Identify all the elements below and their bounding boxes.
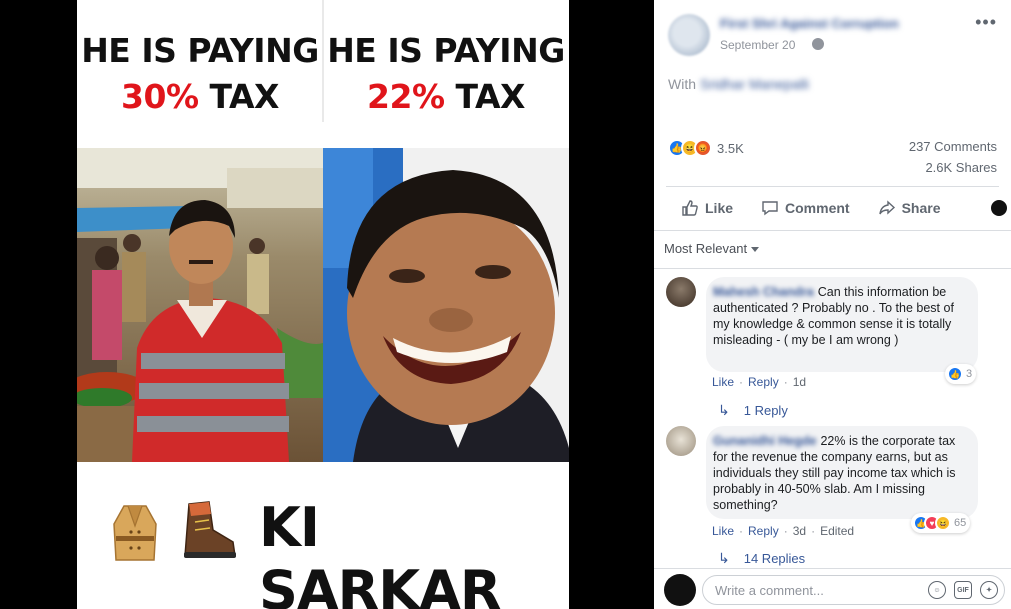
gif-icon[interactable]: GIF <box>954 581 972 599</box>
comment-icon <box>762 201 778 216</box>
avatar <box>664 574 696 606</box>
left-caption: HE IS PAYING 30% TAX <box>77 0 323 148</box>
react-as-selector[interactable] <box>990 200 1011 216</box>
comment-meta: Like · Reply · 1d <box>712 375 807 389</box>
share-label: Share <box>901 200 941 216</box>
left-caption-percent: 30% <box>121 77 199 116</box>
post-author[interactable]: First Shri Against Corruption <box>720 16 899 31</box>
thumbs-up-icon <box>682 200 698 216</box>
comment-like-link[interactable]: Like <box>712 524 734 538</box>
commenter-name[interactable]: Gunanidhi Hegde <box>713 434 816 448</box>
profile-avatar <box>990 200 1007 216</box>
caption-divider <box>322 0 324 122</box>
right-photo <box>323 148 569 462</box>
divider <box>654 268 1011 269</box>
comment-composer: Write a comment... ☺ GIF ✦ <box>654 568 1011 609</box>
right-caption-percent: 22% <box>367 77 445 116</box>
tagged-with: With Sridhar Manepalli <box>668 76 809 92</box>
comment-bubble: Gunanidhi Hegde 22% is the corporate tax … <box>706 426 978 519</box>
commenter-name[interactable]: Mahesh Chandra <box>713 285 814 299</box>
composer-icons: ☺ GIF ✦ <box>928 581 998 599</box>
post-reactions[interactable]: 👍 😆 😡 3.5K <box>668 138 744 158</box>
globe-icon <box>812 38 824 50</box>
more-options-icon[interactable]: ••• <box>975 12 997 33</box>
commenter-avatar[interactable] <box>666 426 696 456</box>
left-photo <box>77 148 323 462</box>
right-caption-line1: HE IS PAYING <box>327 31 565 70</box>
meme-bottom-caption: KI SARKAR <box>77 488 569 609</box>
hiking-boot-icon <box>179 500 237 565</box>
right-caption: HE IS PAYING 22% TAX <box>323 0 569 148</box>
post-action-bar: Like Comment Share <box>666 187 1011 229</box>
comment-time[interactable]: 3d <box>793 524 806 538</box>
media-viewer: HE IS PAYING 30% TAX HE IS PAYING 22% TA… <box>0 0 654 609</box>
like-reaction-icon: 👍 <box>947 366 963 382</box>
reply-arrow-icon: ↳ <box>718 402 730 418</box>
share-icon <box>878 200 895 215</box>
comment-sort-dropdown[interactable]: Most Relevant <box>664 241 760 256</box>
view-replies-link[interactable]: ↳ 1 Reply <box>718 402 788 419</box>
comment-reaction-count: 65 <box>954 517 967 529</box>
shares-count[interactable]: 2.6K Shares <box>925 160 997 175</box>
replies-label: 1 Reply <box>743 403 788 418</box>
meme-image[interactable]: HE IS PAYING 30% TAX HE IS PAYING 22% TA… <box>77 0 569 609</box>
divider <box>654 230 1011 231</box>
like-button[interactable]: Like <box>681 199 733 217</box>
tagged-person[interactable]: Sridhar Manepalli <box>700 76 809 92</box>
reply-arrow-icon: ↳ <box>718 550 730 566</box>
like-label: Like <box>705 200 734 216</box>
view-replies-link[interactable]: ↳ 14 Replies <box>718 550 805 567</box>
comments-count[interactable]: 237 Comments <box>909 139 997 154</box>
comment-label: Comment <box>785 200 850 216</box>
comment-bubble: Mahesh Chandra Can this information be au… <box>706 277 978 372</box>
comment-reactions[interactable]: 👍 ♥ 😆 65 <box>911 513 971 533</box>
haha-reaction-icon: 😆 <box>935 515 951 531</box>
coat-icon <box>110 502 160 567</box>
emoji-icon[interactable]: ☺ <box>928 581 946 599</box>
left-caption-line1: HE IS PAYING <box>81 31 319 70</box>
post-date[interactable]: September 20 <box>720 38 795 52</box>
replies-label: 14 Replies <box>743 551 806 566</box>
comment-reactions[interactable]: 👍 3 <box>945 364 977 384</box>
comment-like-link[interactable]: Like <box>712 375 734 389</box>
comment-meta: Like · Reply · 3d · Edited <box>712 524 855 538</box>
ki-sarkar-text: KI SARKAR <box>259 496 501 609</box>
comment-placeholder: Write a comment... <box>715 583 824 598</box>
page-avatar[interactable] <box>668 14 710 56</box>
angry-reaction-icon: 😡 <box>694 139 712 157</box>
comment-input[interactable]: Write a comment... ☺ GIF ✦ <box>702 575 1005 605</box>
comment-button[interactable]: Comment <box>761 199 850 217</box>
with-prefix: With <box>668 76 696 92</box>
commenter-avatar[interactable] <box>666 277 696 307</box>
share-button[interactable]: Share <box>878 199 941 217</box>
reaction-count: 3.5K <box>717 140 744 156</box>
sticker-icon[interactable]: ✦ <box>980 581 998 599</box>
comment-reaction-count: 3 <box>966 368 973 380</box>
chevron-down-icon <box>751 247 760 253</box>
sort-label: Most Relevant <box>664 241 748 256</box>
comment-reply-link[interactable]: Reply <box>748 375 779 389</box>
left-caption-suffix: TAX <box>209 77 280 116</box>
comment-reply-link[interactable]: Reply <box>748 524 779 538</box>
post-sidebar: First Shri Against Corruption September … <box>654 0 1011 609</box>
right-caption-suffix: TAX <box>455 77 526 116</box>
edited-label[interactable]: Edited <box>820 524 854 538</box>
comment-time[interactable]: 1d <box>793 375 806 389</box>
